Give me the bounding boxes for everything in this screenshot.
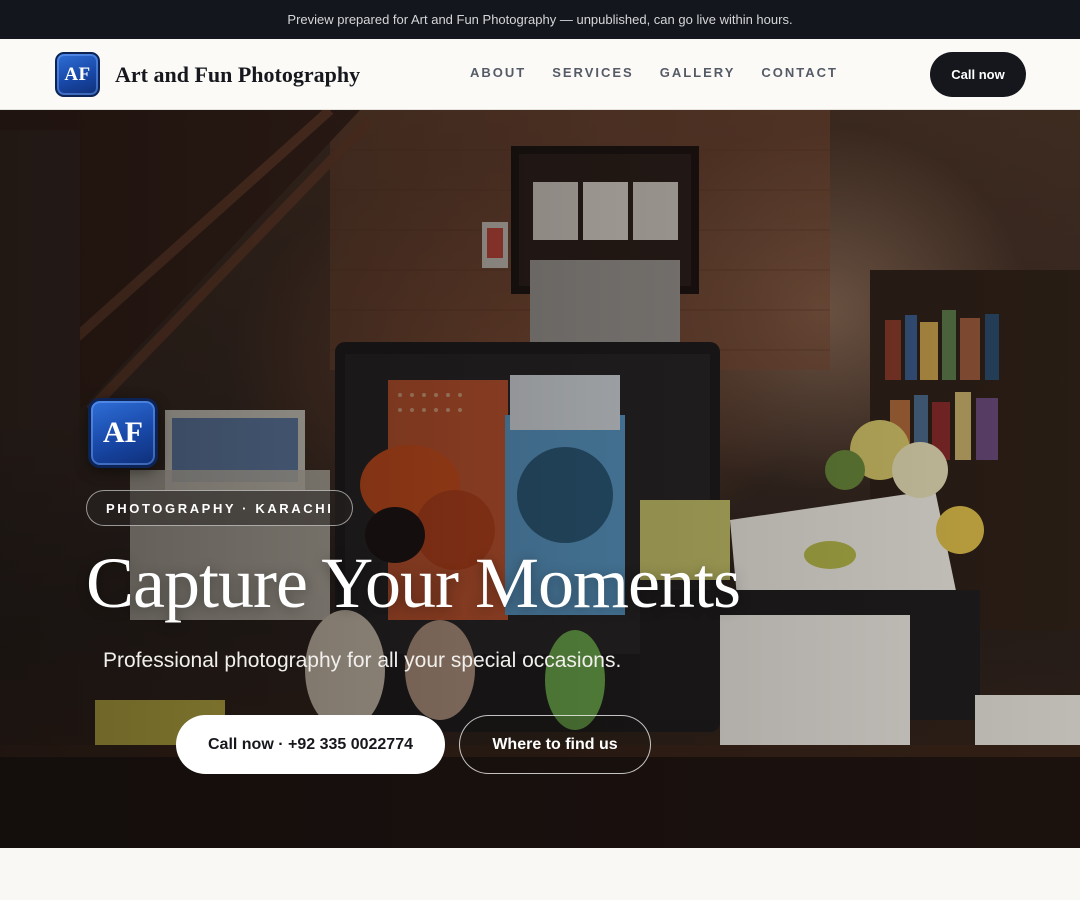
preview-banner-text: Preview prepared for Art and Fun Photogr…	[287, 12, 793, 27]
header-call-button[interactable]: Call now	[930, 52, 1026, 97]
site-header: AF Art and Fun Photography ABOUT SERVICE…	[0, 39, 1080, 110]
hero-call-button[interactable]: Call now · +92 335 0022774	[176, 715, 445, 774]
where-to-find-us-button[interactable]: Where to find us	[459, 715, 651, 774]
nav-services[interactable]: SERVICES	[552, 65, 634, 80]
brand-link[interactable]: AF Art and Fun Photography	[55, 52, 360, 97]
hero-title: Capture Your Moments	[86, 543, 741, 623]
preview-banner: Preview prepared for Art and Fun Photogr…	[0, 0, 1080, 39]
hero-category-label: PHOTOGRAPHY · KARACHI	[106, 500, 334, 516]
nav-gallery[interactable]: GALLERY	[660, 65, 736, 80]
hero-category-badge: PHOTOGRAPHY · KARACHI	[86, 490, 354, 526]
hero-logo-icon: AF	[88, 398, 158, 468]
logo-icon: AF	[55, 52, 100, 97]
nav-about[interactable]: ABOUT	[470, 65, 526, 80]
hero-section: AF PHOTOGRAPHY · KARACHI Capture Your Mo…	[0, 110, 1080, 848]
main-nav: ABOUT SERVICES GALLERY CONTACT	[470, 65, 838, 80]
brand-name: Art and Fun Photography	[115, 61, 361, 87]
nav-contact[interactable]: CONTACT	[761, 65, 838, 80]
hero-subtitle: Professional photography for all your sp…	[103, 649, 622, 672]
